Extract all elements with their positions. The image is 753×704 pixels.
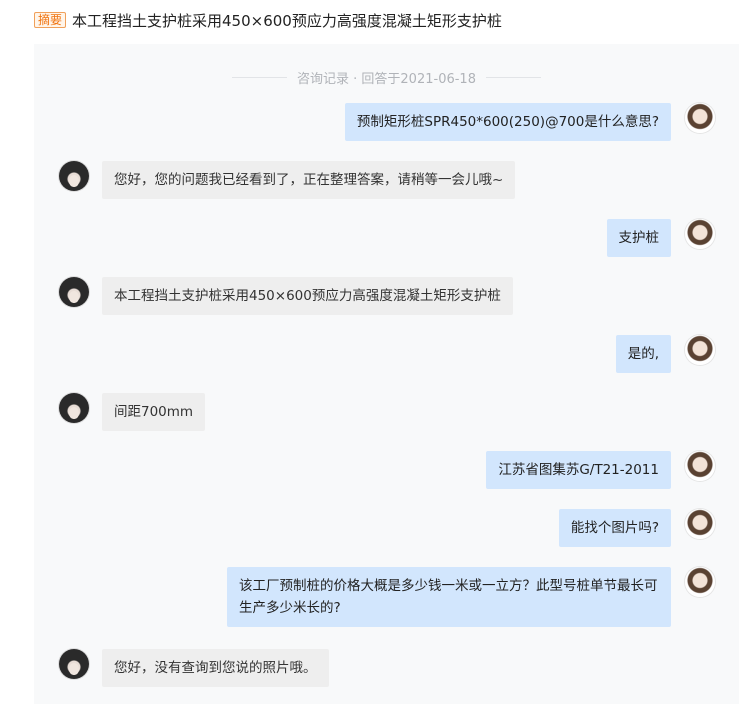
agent-avatar [59, 161, 89, 191]
user-message: 该工厂预制桩的价格大概是多少钱一米或一立方？此型号桩单节最长可生产多少米长的? [227, 567, 671, 627]
user-avatar [685, 509, 715, 539]
user-avatar [685, 567, 715, 597]
record-divider: 咨询记录 · 回答于2021-06-18 [34, 68, 739, 87]
user-message: 预制矩形桩SPR450*600(250)@700是什么意思? [344, 103, 671, 141]
user-avatar [685, 451, 715, 481]
agent-avatar [59, 649, 89, 679]
user-avatar [685, 335, 715, 365]
agent-avatar [59, 277, 89, 307]
question-title: 本工程挡土支护桩采用450×600预应力高强度混凝土矩形支护桩 [72, 11, 502, 30]
divider-line-left [232, 77, 288, 78]
user-message: 能找个图片吗? [558, 509, 671, 547]
user-message: 支护桩 [606, 219, 671, 257]
user-avatar [685, 103, 715, 133]
agent-message: 您好，没有查询到您说的照片哦。 [102, 649, 329, 687]
user-message: 江苏省图集苏G/T21-2011 [486, 451, 671, 489]
agent-message: 间距700mm [102, 393, 206, 431]
agent-avatar [59, 393, 89, 423]
agent-message: 您好，您的问题我已经看到了，正在整理答案，请稍等一会儿哦~ [102, 161, 516, 199]
agent-message: 本工程挡土支护桩采用450×600预应力高强度混凝土矩形支护桩 [102, 277, 513, 315]
summary-header: 摘要 本工程挡土支护桩采用450×600预应力高强度混凝土矩形支护桩 [34, 8, 743, 32]
summary-tag: 摘要 [34, 12, 67, 28]
user-avatar [685, 219, 715, 249]
user-message: 是的, [615, 335, 671, 373]
chat-panel[interactable]: 咨询记录 · 回答于2021-06-18 预制矩形桩SPR450*600(250… [34, 44, 739, 704]
divider-line-right [485, 77, 541, 78]
record-label: 咨询记录 · 回答于2021-06-18 [297, 72, 476, 87]
